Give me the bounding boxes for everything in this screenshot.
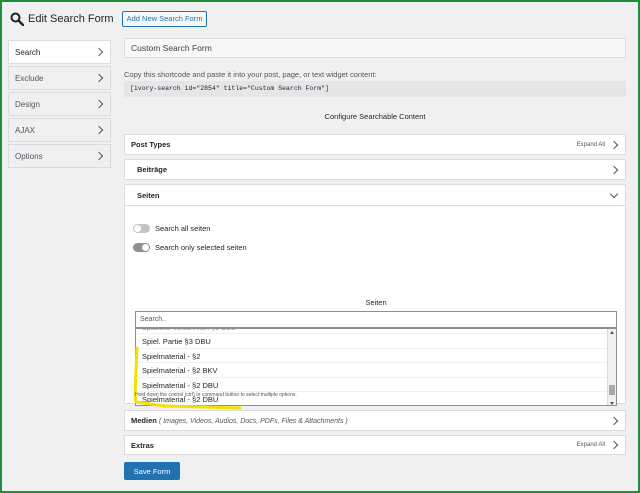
extras-panel[interactable]: Extras Expand All: [124, 435, 626, 455]
scroll-down-icon[interactable]: [610, 402, 614, 405]
page-header: Edit Search Form Add New Search Form: [10, 9, 208, 29]
search-all-toggle[interactable]: [133, 224, 150, 233]
form-title-input[interactable]: Custom Search Form: [124, 38, 626, 58]
expand-all-link[interactable]: Expand All: [577, 442, 605, 448]
toggle-knob: [142, 244, 149, 251]
panel-controls: Expand All: [577, 140, 619, 149]
sidebar-item-label: Options: [15, 151, 43, 161]
section-title: Seiten: [137, 190, 160, 200]
configure-heading: Configure Searchable Content: [324, 112, 426, 121]
panel-controls: Expand All: [577, 440, 619, 450]
chevron-right-icon: [609, 440, 619, 450]
shortcode-box[interactable]: [ivory-search id="2854" title="Custom Se…: [124, 81, 626, 97]
sidebar-item-label: Exclude: [15, 73, 44, 83]
chevron-right-icon: [94, 47, 104, 57]
search-icon: [10, 12, 25, 27]
medien-panel[interactable]: Medien ( Images, Videos, Audios, Docs, P…: [124, 410, 626, 431]
sidebar-item-search[interactable]: Search: [8, 40, 111, 64]
list-item[interactable]: Spielmaterial - §2 BKV: [136, 363, 616, 378]
page-title: Edit Search Form: [28, 13, 114, 25]
toggle-knob: [134, 225, 141, 232]
scroll-up-icon[interactable]: [610, 331, 614, 334]
save-form-button[interactable]: Save Form: [124, 462, 180, 480]
panel-subtitle: ( Images, Videos, Audios, Docs, PDFs, Fi…: [158, 418, 348, 425]
sidebar-item-exclude[interactable]: Exclude: [8, 66, 111, 90]
chevron-right-icon: [609, 165, 619, 174]
scroll-thumb[interactable]: [609, 385, 615, 395]
panel-title: Extras: [131, 440, 154, 450]
sidebar-item-label: Design: [15, 99, 40, 109]
section-title: Beiträge: [137, 165, 168, 174]
seiten-list-label: Seiten: [365, 298, 387, 307]
chevron-right-icon: [94, 73, 104, 83]
chevron-right-icon: [609, 416, 619, 425]
post-types-panel[interactable]: Post Types Expand All: [124, 134, 626, 155]
panel-title: Medien: [131, 416, 157, 425]
panel-title-wrap: Medien ( Images, Videos, Audios, Docs, P…: [131, 416, 348, 425]
chevron-down-icon: [609, 189, 619, 198]
seiten-section[interactable]: Seiten: [124, 184, 626, 206]
sidebar-item-design[interactable]: Design: [8, 92, 111, 116]
search-selected-toggle[interactable]: [133, 243, 150, 252]
list-item[interactable]: Spiel. Partie §3 DBU: [136, 334, 616, 349]
sidebar-item-ajax[interactable]: AJAX: [8, 118, 111, 142]
shortcode-help-text: Copy this shortcode and paste it into yo…: [124, 70, 377, 79]
chevron-right-icon: [609, 140, 619, 149]
sidebar-item-label: AJAX: [15, 125, 36, 135]
list-item[interactable]: Spielmaterial - §2 DBU: [136, 378, 616, 392]
chevron-right-icon: [94, 99, 104, 109]
toggle-label: Search all seiten: [155, 224, 211, 233]
settings-sidebar: Search Exclude Design AJAX Options: [8, 40, 111, 170]
multiselect-hint: Hold down the control (ctrl) or command …: [135, 392, 297, 398]
search-all-row: Search all seiten: [133, 224, 210, 233]
chevron-right-icon: [94, 125, 104, 135]
toggle-label: Search only selected seiten: [155, 243, 247, 252]
seiten-body: Search all seiten Search only selected s…: [124, 206, 626, 410]
sidebar-item-options[interactable]: Options: [8, 144, 111, 168]
seiten-search-input[interactable]: Search..: [135, 311, 617, 328]
expand-all-link[interactable]: Expand All: [577, 142, 605, 148]
chevron-right-icon: [94, 151, 104, 161]
search-selected-row: Search only selected seiten: [133, 243, 247, 252]
list-item[interactable]: Spielmaterial - §2: [136, 349, 616, 363]
add-new-search-form-button[interactable]: Add New Search Form: [121, 11, 208, 27]
panel-title: Post Types: [131, 140, 171, 149]
sidebar-item-label: Search: [15, 47, 41, 57]
beitraege-section[interactable]: Beiträge: [124, 159, 626, 180]
list-scrollbar[interactable]: [607, 329, 616, 405]
